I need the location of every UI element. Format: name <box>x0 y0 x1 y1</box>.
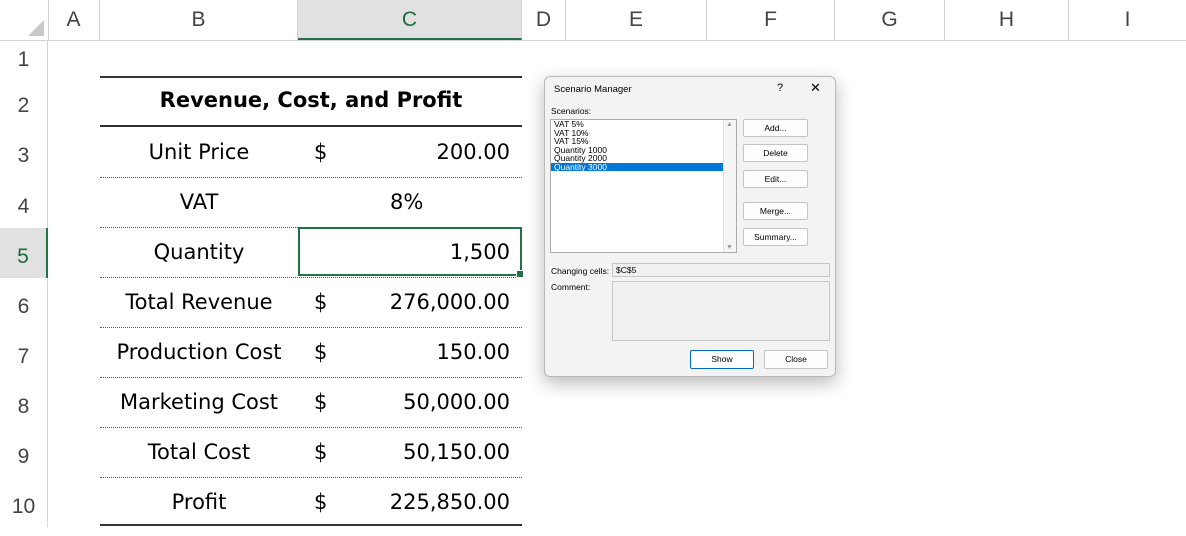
select-all-triangle-icon <box>28 20 44 36</box>
row-divider <box>100 477 522 478</box>
dialog-title: Scenario Manager <box>554 84 632 95</box>
currency-marketing-cost[interactable]: $ <box>314 390 327 414</box>
currency-total-cost[interactable]: $ <box>314 440 327 464</box>
row-divider <box>100 327 522 328</box>
row-header-2[interactable]: 2 <box>0 78 48 128</box>
label-total-revenue[interactable]: Total Revenue <box>100 290 298 314</box>
label-unit-price[interactable]: Unit Price <box>100 140 298 164</box>
column-header-b[interactable]: B <box>100 0 298 40</box>
column-header-a[interactable]: A <box>48 0 100 40</box>
list-item-selected[interactable]: Quantity 3000 <box>551 162 736 171</box>
column-header-e[interactable]: E <box>566 0 707 40</box>
value-unit-price[interactable]: 200.00 <box>330 140 510 164</box>
row-divider <box>100 277 522 278</box>
column-headers: A B C D E F G H I <box>0 0 1186 41</box>
row-header-4[interactable]: 4 <box>0 178 48 228</box>
currency-profit[interactable]: $ <box>314 490 327 514</box>
table-title[interactable]: Revenue, Cost, and Profit <box>100 88 522 112</box>
column-header-g[interactable]: G <box>835 0 945 40</box>
currency-production-cost[interactable]: $ <box>314 340 327 364</box>
close-button[interactable]: Close <box>764 350 828 369</box>
value-marketing-cost[interactable]: 50,000.00 <box>330 390 510 414</box>
changing-cells-field: $C$5 <box>612 263 830 277</box>
row-header-3[interactable]: 3 <box>0 128 48 178</box>
merge-button[interactable]: Merge... <box>743 202 808 220</box>
scroll-down-icon[interactable]: ▼ <box>726 244 733 251</box>
comment-field <box>612 281 830 341</box>
help-icon[interactable]: ? <box>777 82 783 94</box>
value-total-cost[interactable]: 50,150.00 <box>330 440 510 464</box>
changing-cells-label: Changing cells: <box>551 266 610 276</box>
table-header-border <box>100 125 522 127</box>
table-bottom-border <box>100 524 522 526</box>
row-header-7[interactable]: 7 <box>0 328 48 378</box>
row-divider <box>100 177 522 178</box>
value-vat[interactable]: 8% <box>390 190 423 214</box>
select-all-corner[interactable] <box>0 0 49 40</box>
label-total-cost[interactable]: Total Cost <box>100 440 298 464</box>
currency-unit-price[interactable]: $ <box>314 140 327 164</box>
row-header-10[interactable]: 10 <box>0 478 48 527</box>
list-scrollbar[interactable]: ▲ ▼ <box>723 120 736 252</box>
value-profit[interactable]: 225,850.00 <box>330 490 510 514</box>
scenarios-label: Scenarios: <box>551 106 592 116</box>
active-cell-c5[interactable] <box>298 227 524 278</box>
value-total-revenue[interactable]: 276,000.00 <box>330 290 510 314</box>
row-header-9[interactable]: 9 <box>0 428 48 478</box>
scenarios-list[interactable]: VAT 5% VAT 10% VAT 15% Quantity 1000 Qua… <box>550 119 737 253</box>
column-header-d[interactable]: D <box>522 0 566 40</box>
row-header-8[interactable]: 8 <box>0 378 48 428</box>
table-top-border <box>100 76 522 78</box>
column-header-i[interactable]: I <box>1069 0 1186 40</box>
row-header-5[interactable]: 5 <box>0 228 48 278</box>
row-divider <box>100 377 522 378</box>
label-marketing-cost[interactable]: Marketing Cost <box>100 390 298 414</box>
edit-button[interactable]: Edit... <box>743 170 808 188</box>
row-header-6[interactable]: 6 <box>0 278 48 328</box>
column-header-c[interactable]: C <box>298 0 522 40</box>
delete-button[interactable]: Delete <box>743 144 808 162</box>
currency-total-revenue[interactable]: $ <box>314 290 327 314</box>
label-vat[interactable]: VAT <box>100 190 298 214</box>
column-header-h[interactable]: H <box>945 0 1069 40</box>
show-button[interactable]: Show <box>690 350 754 369</box>
row-header-1[interactable]: 1 <box>0 40 48 78</box>
add-button[interactable]: Add... <box>743 119 808 137</box>
scroll-up-icon[interactable]: ▲ <box>726 121 733 128</box>
column-header-f[interactable]: F <box>707 0 835 40</box>
label-quantity[interactable]: Quantity <box>100 240 298 264</box>
scenario-manager-dialog: Scenario Manager ? ✕ Scenarios: VAT 5% V… <box>544 76 836 377</box>
fill-handle[interactable] <box>516 270 524 278</box>
label-profit[interactable]: Profit <box>100 490 298 514</box>
row-divider <box>100 427 522 428</box>
label-production-cost[interactable]: Production Cost <box>100 340 298 364</box>
value-production-cost[interactable]: 150.00 <box>330 340 510 364</box>
comment-label: Comment: <box>551 282 591 292</box>
summary-button[interactable]: Summary... <box>743 228 808 246</box>
close-icon[interactable]: ✕ <box>810 80 821 96</box>
